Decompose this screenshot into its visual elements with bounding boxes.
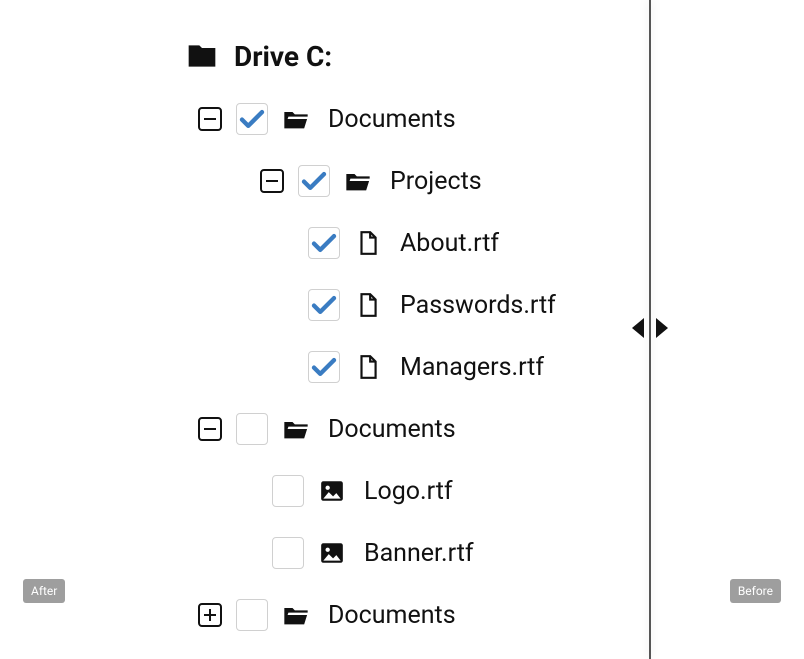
expand-toggle[interactable]: [198, 603, 222, 627]
collapse-toggle[interactable]: [198, 107, 222, 131]
node-label[interactable]: About.rtf: [400, 229, 499, 258]
collapse-toggle[interactable]: [198, 417, 222, 441]
before-badge: Before: [730, 579, 781, 603]
node-checkbox[interactable]: [298, 165, 330, 197]
node-label[interactable]: Passwords.rtf: [400, 291, 556, 320]
node-checkbox[interactable]: [236, 599, 268, 631]
node-label[interactable]: Banner.rtf: [364, 539, 474, 568]
tree-node: Documents: [186, 584, 804, 646]
node-checkbox[interactable]: [272, 537, 304, 569]
comparison-handle[interactable]: [632, 316, 668, 340]
node-checkbox[interactable]: [308, 227, 340, 259]
tree-node: About.rtf: [186, 212, 804, 274]
collapse-toggle[interactable]: [260, 169, 284, 193]
tree-node: Documents: [186, 398, 804, 460]
folder-icon: [186, 40, 218, 72]
node-label[interactable]: Projects: [390, 167, 482, 196]
node-checkbox[interactable]: [236, 413, 268, 445]
file-icon: [354, 353, 382, 381]
node-checkbox[interactable]: [308, 289, 340, 321]
node-label[interactable]: Documents: [328, 415, 456, 444]
root-label: Drive C:: [234, 40, 332, 73]
folder-open-icon: [282, 105, 310, 133]
tree-node: Managers.rtf: [186, 336, 804, 398]
image-icon: [318, 539, 346, 567]
folder-open-icon: [282, 415, 310, 443]
tree-node: Banner.rtf: [186, 522, 804, 584]
node-label[interactable]: Logo.rtf: [364, 477, 453, 506]
tree-node: Logo.rtf: [186, 460, 804, 522]
node-checkbox[interactable]: [236, 103, 268, 135]
after-badge: After: [23, 579, 65, 603]
node-label[interactable]: Managers.rtf: [400, 353, 544, 382]
tree-node: Projects: [186, 150, 804, 212]
file-icon: [354, 291, 382, 319]
folder-open-icon: [282, 601, 310, 629]
file-tree: Drive C: Documents Projects About.rtf: [0, 0, 804, 646]
chevron-right-icon: [656, 318, 668, 338]
tree-root-row: Drive C:: [186, 28, 804, 84]
chevron-left-icon: [632, 318, 644, 338]
node-label[interactable]: Documents: [328, 105, 456, 134]
node-label[interactable]: Documents: [328, 601, 456, 630]
image-icon: [318, 477, 346, 505]
folder-open-icon: [344, 167, 372, 195]
tree-node: Documents: [186, 88, 804, 150]
file-icon: [354, 229, 382, 257]
node-checkbox[interactable]: [308, 351, 340, 383]
node-checkbox[interactable]: [272, 475, 304, 507]
tree-node: Passwords.rtf: [186, 274, 804, 336]
